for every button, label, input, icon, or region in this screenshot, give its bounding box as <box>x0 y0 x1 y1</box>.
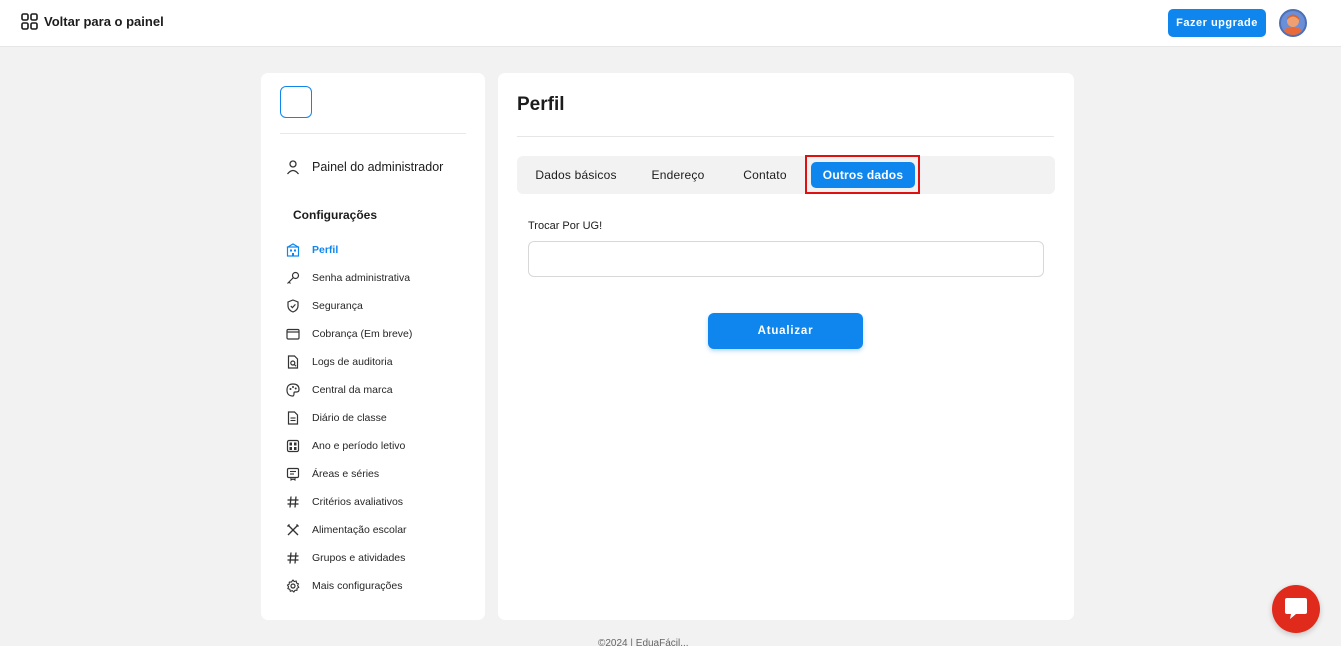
page-title: Perfil <box>517 94 565 115</box>
user-icon <box>286 160 300 175</box>
upgrade-button[interactable]: Fazer upgrade <box>1168 9 1266 37</box>
list-icon <box>285 466 301 482</box>
profile-card: Perfil Dados básicos Endereço Contato Ou… <box>498 73 1074 620</box>
sidebar-item-areas-e-series[interactable]: Áreas e séries <box>285 460 475 488</box>
settings-menu: Perfil Senha administrativa Segurança Co… <box>285 236 475 600</box>
profile-tabs: Dados básicos Endereço Contato Outros da… <box>517 156 1055 194</box>
sidebar-item-label: Alimentação escolar <box>312 524 407 536</box>
sidebar-item-label: Ano e período letivo <box>312 440 406 452</box>
update-button[interactable]: Atualizar <box>708 313 863 349</box>
tab-contato[interactable]: Contato <box>727 162 803 188</box>
sidebar-item-label: Logs de auditoria <box>312 356 393 368</box>
file-search-icon <box>285 354 301 370</box>
key-icon <box>285 270 301 286</box>
sidebar-item-label: Perfil <box>312 244 339 256</box>
sidebar-item-label: Critérios avaliativos <box>312 496 404 508</box>
sidebar-item-label: Cobrança (Em breve) <box>312 328 413 340</box>
sidebar-item-label: Grupos e atividades <box>312 552 406 564</box>
sidebar-item-admin-panel[interactable]: Painel do administrador <box>285 159 443 175</box>
avatar[interactable] <box>1279 9 1307 37</box>
sidebar-item-diario-de-classe[interactable]: Diário de classe <box>285 404 475 432</box>
footer-text: ©2024 | EduaFácil... <box>598 638 689 646</box>
divider <box>517 136 1054 137</box>
logo-placeholder <box>280 86 312 118</box>
shield-icon <box>285 298 301 314</box>
field-label: Trocar Por UG! <box>528 220 603 232</box>
sidebar-item-label: Diário de classe <box>312 412 387 424</box>
section-title: Configurações <box>293 208 378 222</box>
sidebar-item-mais-configuracoes[interactable]: Mais configurações <box>285 572 475 600</box>
hash-icon <box>285 494 301 510</box>
back-to-dashboard-link[interactable]: Voltar para o painel <box>21 13 164 30</box>
building-icon <box>285 242 301 258</box>
calendar-icon <box>285 438 301 454</box>
sidebar-item-cobranca[interactable]: Cobrança (Em breve) <box>285 320 475 348</box>
top-bar: Voltar para o painel Fazer upgrade <box>0 0 1341 47</box>
sidebar-item-label: Senha administrativa <box>312 272 411 284</box>
sidebar-item-alimentacao-escolar[interactable]: Alimentação escolar <box>285 516 475 544</box>
sidebar-item-label: Segurança <box>312 300 363 312</box>
sidebar-item-label: Áreas e séries <box>312 468 380 480</box>
chat-bubble-icon <box>1285 598 1307 619</box>
sidebar-item-label: Mais configurações <box>312 580 403 592</box>
back-link-label: Voltar para o painel <box>44 14 164 29</box>
sidebar-item-ano-e-periodo-letivo[interactable]: Ano e período letivo <box>285 432 475 460</box>
palette-icon <box>285 382 301 398</box>
divider <box>280 133 466 134</box>
selection-highlight <box>805 155 920 194</box>
user-avatar-icon <box>1284 14 1302 35</box>
sidebar-item-label: Painel do administrador <box>312 160 444 174</box>
sidebar-item-central-da-marca[interactable]: Central da marca <box>285 376 475 404</box>
sidebar-item-seguranca[interactable]: Segurança <box>285 292 475 320</box>
tab-endereco[interactable]: Endereço <box>637 162 719 188</box>
sidebar-item-perfil[interactable]: Perfil <box>285 236 475 264</box>
sidebar-item-logs-de-auditoria[interactable]: Logs de auditoria <box>285 348 475 376</box>
tab-dados-basicos[interactable]: Dados básicos <box>523 162 629 188</box>
sidebar-item-grupos-e-atividades[interactable]: Grupos e atividades <box>285 544 475 572</box>
wallet-icon <box>285 326 301 342</box>
settings-sidebar: Painel do administrador Configurações Pe… <box>261 73 485 620</box>
sidebar-item-senha-administrativa[interactable]: Senha administrativa <box>285 264 475 292</box>
sidebar-item-label: Central da marca <box>312 384 393 396</box>
grid-icon <box>21 13 38 30</box>
sidebar-item-criterios-avaliativos[interactable]: Critérios avaliativos <box>285 488 475 516</box>
gear-icon <box>285 578 301 594</box>
utensils-icon <box>285 522 301 538</box>
chat-button[interactable] <box>1272 585 1320 633</box>
trocar-por-ug-input[interactable] <box>528 241 1044 277</box>
hash-icon <box>285 550 301 566</box>
document-icon <box>285 410 301 426</box>
